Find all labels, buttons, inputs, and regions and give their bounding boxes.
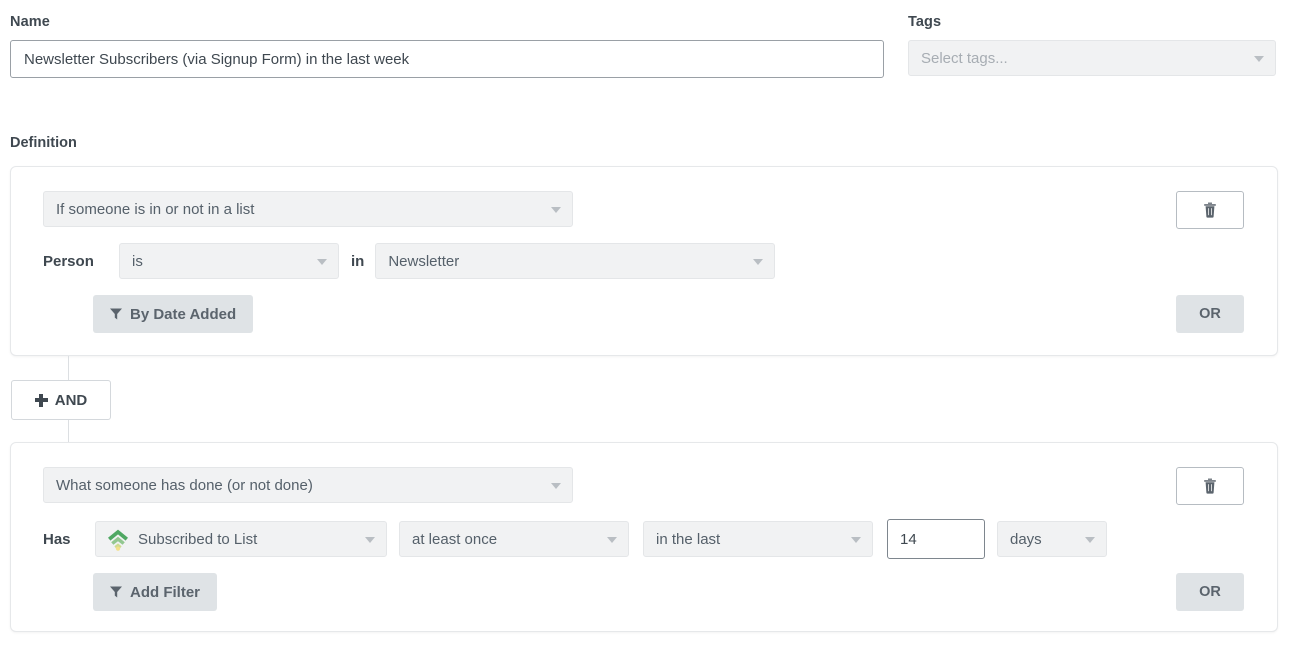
block-2-unit-select[interactable]: days xyxy=(997,521,1107,557)
block-1-or-label: OR xyxy=(1199,306,1221,322)
block-1-operator-select[interactable]: is xyxy=(119,243,339,279)
block-1-condition-row: Person is in Newsletter xyxy=(43,243,776,279)
chevron-down-icon xyxy=(607,537,617,543)
funnel-icon xyxy=(110,308,122,320)
block-1-connector-word: in xyxy=(351,252,365,270)
block-1-type-select[interactable]: If someone is in or not in a list xyxy=(43,191,573,227)
definition-label: Definition xyxy=(10,135,77,151)
block-2-row-label: Has xyxy=(43,530,71,548)
segment-definition-page: Name Tags Select tags... Definition If s… xyxy=(0,0,1292,650)
block-2-frequency-value: at least once xyxy=(412,530,498,548)
block-2-add-filter-label: Add Filter xyxy=(130,583,200,601)
chevron-down-icon xyxy=(317,259,327,265)
segment-name-input[interactable] xyxy=(10,40,884,78)
signal-broadcast-icon xyxy=(108,529,128,551)
block-2-metric-select[interactable]: Subscribed to List xyxy=(95,521,387,557)
block-2-timeframe-value: in the last xyxy=(656,530,721,548)
trash-icon xyxy=(1204,202,1216,218)
chevron-down-icon xyxy=(753,259,764,265)
block-2-timeframe-select[interactable]: in the last xyxy=(643,521,873,557)
connector-line-top xyxy=(68,356,69,380)
tags-field-group: Tags Select tags... xyxy=(908,14,1276,78)
block-1-delete-button[interactable] xyxy=(1176,191,1244,229)
trash-icon xyxy=(1204,478,1216,494)
and-button-label: AND xyxy=(54,391,88,409)
block-1-list-select[interactable]: Newsletter xyxy=(375,243,776,279)
block-1-or-button[interactable]: OR xyxy=(1176,295,1244,333)
block-2-type-select[interactable]: What someone has done (or not done) xyxy=(43,467,573,503)
block-2-or-button[interactable]: OR xyxy=(1176,573,1244,611)
tags-placeholder-text: Select tags... xyxy=(921,49,1008,67)
definition-block-2: What someone has done (or not done) Has … xyxy=(10,442,1278,632)
block-2-unit-value: days xyxy=(1010,530,1042,548)
block-2-frequency-select[interactable]: at least once xyxy=(399,521,629,557)
tags-label: Tags xyxy=(908,14,942,30)
block-2-metric-value: Subscribed to List xyxy=(138,530,258,548)
block-1-list-value: Newsletter xyxy=(388,252,460,270)
funnel-icon xyxy=(110,586,122,598)
block-1-date-filter-label: By Date Added xyxy=(130,305,237,323)
connector-line-bottom xyxy=(68,420,69,442)
block-1-type-value: If someone is in or not in a list xyxy=(56,200,255,218)
name-label: Name xyxy=(10,14,50,30)
chevron-down-icon xyxy=(1254,56,1264,62)
block-1-operator-value: is xyxy=(132,252,143,270)
block-2-delete-button[interactable] xyxy=(1176,467,1244,505)
block-1-row-label: Person xyxy=(43,252,94,270)
name-field-group: Name xyxy=(10,14,884,78)
block-2-or-label: OR xyxy=(1199,584,1221,600)
chevron-down-icon xyxy=(365,537,375,543)
definition-block-1: If someone is in or not in a list Person… xyxy=(10,166,1278,356)
chevron-down-icon xyxy=(851,537,861,543)
block-1-date-filter-button[interactable]: By Date Added xyxy=(93,295,254,333)
block-2-add-filter-button[interactable]: Add Filter xyxy=(93,573,217,611)
add-and-condition-button[interactable]: AND xyxy=(11,380,111,420)
block-2-condition-row: Has Subscribed to List at least once in … xyxy=(43,519,1107,559)
plus-icon xyxy=(34,393,48,407)
chevron-down-icon xyxy=(551,483,561,489)
chevron-down-icon xyxy=(551,207,561,213)
block-2-type-value: What someone has done (or not done) xyxy=(56,476,313,494)
form-header-row: Name Tags Select tags... xyxy=(0,0,1292,78)
block-2-amount-input[interactable] xyxy=(887,519,985,559)
tags-select[interactable]: Select tags... xyxy=(908,40,1276,76)
chevron-down-icon xyxy=(1085,537,1095,543)
